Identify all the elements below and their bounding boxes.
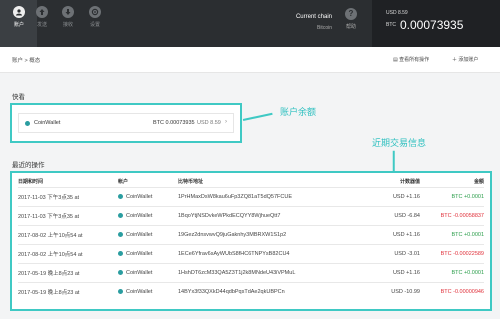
row-datetime: 2017-11-03 下午3点35 at (18, 186, 118, 206)
table-row[interactable]: 2017-08-02 上午10点54 at CoinWallet 1ECe6Yfra… (18, 243, 484, 263)
settings-icon (89, 6, 101, 18)
nav-label: 账户 (13, 22, 24, 28)
wallet-btc-balance: BTC 0.00073935 (153, 120, 195, 126)
table-row[interactable]: 2017-05-19 晚上8点23 at CoinWallet 14BYx3f33Q… (18, 281, 484, 301)
nav-label: 接收 (62, 22, 73, 28)
breadcrumb: 账户 > 概态 (12, 58, 41, 64)
row-amount: BTC -0.00022589 (420, 243, 484, 263)
row-address: 1PrHMaxDsW8kau6uFp3ZQ81aT5dQ57FCUE (178, 186, 368, 206)
row-account-label: CoinWallet (126, 193, 153, 200)
current-chain: Current chain Bitcoin (296, 14, 332, 31)
row-datetime: 2017-05-19 晚上8点23 at (18, 281, 118, 301)
chevron-right-icon: › (225, 119, 227, 125)
help-button[interactable]: ? 帮助 (342, 8, 360, 30)
view-all-operations-label: 查看所有操作 (399, 57, 430, 63)
wallet-dot-icon (118, 212, 123, 218)
row-account: CoinWallet (118, 262, 178, 282)
col-datetime: 日期和时间 (18, 179, 44, 186)
account-icon (13, 6, 25, 18)
table-row[interactable]: 2017-11-03 下午3点35 at CoinWallet 1PrHMaxDsW… (18, 186, 484, 206)
wallet-dot-icon (118, 288, 123, 294)
balance-btc-unit: BTC (386, 22, 396, 28)
row-account: CoinWallet (118, 205, 178, 225)
row-account-label: CoinWallet (126, 288, 153, 295)
nav-settings[interactable]: 设置 (83, 6, 107, 28)
table-row[interactable]: 2017-11-03 下午3点35 at CoinWallet 1BqoYtjNSD… (18, 205, 484, 225)
question-icon: ? (345, 8, 357, 20)
current-chain-label: Current chain (295, 14, 332, 20)
wallet-dot-icon (118, 193, 123, 199)
top-bar: 账户 发送 接收 设置 Current chain Bitcoin ? 帮助 U… (0, 0, 500, 47)
row-amount: BTC -0.00058837 (420, 205, 484, 225)
wallet-dot-icon (118, 250, 123, 256)
row-account-label: CoinWallet (126, 269, 153, 276)
balance-btc-amount: 0.00073935 (400, 18, 464, 32)
row-counter-value: USD -6.84 (368, 205, 420, 225)
current-chain-value: Bitcoin (316, 25, 332, 31)
row-counter-value: USD +1.16 (368, 186, 420, 206)
nav-label: 发送 (36, 22, 47, 28)
row-account-label: CoinWallet (126, 231, 153, 238)
col-counter-value: 计数器值 (399, 179, 420, 186)
wallet-name: CoinWallet (34, 120, 61, 126)
col-amount: 金额 (473, 179, 484, 186)
send-icon (36, 6, 48, 18)
row-amount: BTC +0.0001 (420, 262, 484, 282)
callout-balance: 账户余额 (280, 107, 317, 117)
wallet-dot-icon (25, 121, 30, 126)
callout-arrow (393, 150, 395, 173)
transactions-table: 日期和时间 帐户 比特币地址 计数器值 金额 2017-11-03 下午3点35… (18, 177, 484, 301)
row-datetime: 2017-08-02 上午10点54 at (18, 243, 118, 263)
table-row[interactable]: 2017-08-02 上午10点54 at CoinWallet 19Gez2dns… (18, 224, 484, 244)
row-address: 1HshDT6zcM33QA5Z3T1j2k8MNdeU43iVPMuL (178, 262, 368, 282)
wallet-usd-balance: USD 8.59 (197, 120, 221, 126)
row-datetime: 2017-11-03 下午3点35 at (18, 205, 118, 225)
nav-send[interactable]: 发送 (30, 6, 54, 28)
row-counter-value: USD -3.01 (368, 243, 420, 263)
row-datetime: 2017-08-02 上午10点54 at (18, 224, 118, 244)
row-amount: BTC +0.0001 (420, 224, 484, 244)
recent-title: 最近的操作 (12, 162, 45, 169)
row-amount: BTC +0.0001 (420, 186, 484, 206)
row-address: 1ECe6Yfrav6sAyWUbS8fHC6TNPYsB82CU4 (178, 243, 368, 263)
row-counter-value: USD +1.16 (368, 224, 420, 244)
row-address: 1BqoYtjNSDvkeWPkdECQYY8WjhueQtt7 (178, 205, 368, 225)
balance-panel: USD 8.59 BTC 0.00073935 (372, 0, 500, 47)
callout-arrow (242, 112, 273, 121)
row-account: CoinWallet (118, 224, 178, 244)
view-all-operations-link[interactable]: ▤ 查看所有操作 (393, 56, 429, 63)
nav-label: 设置 (89, 22, 100, 28)
row-counter-value: USD -10.99 (368, 281, 420, 301)
transactions-highlight-box: 日期和时间 帐户 比特币地址 计数器值 金额 2017-11-03 下午3点35… (10, 171, 492, 311)
col-account: 帐户 (118, 179, 129, 186)
wallet-dot-icon (118, 269, 123, 275)
add-account-button[interactable]: ＋ 添加账户 (452, 56, 478, 63)
nav-account[interactable]: 账户 (7, 6, 31, 28)
row-address: 14BYx3f33QXkD44qdbPqsTdAe2qkUBPCn (178, 281, 368, 301)
wallet-dot-icon (118, 231, 123, 237)
add-account-label: 添加账户 (458, 57, 479, 63)
balance-usd: USD 8.59 (386, 10, 408, 16)
row-address: 19Gez2dnsvwvQ9juGaknhy3MBRXW1S1p2 (178, 224, 368, 244)
row-account-label: CoinWallet (126, 250, 153, 257)
row-datetime: 2017-05-19 晚上8点23 at (18, 262, 118, 282)
row-account: CoinWallet (118, 281, 178, 301)
wallet-account-row[interactable]: CoinWallet BTC 0.00073935 USD 8.59 › (18, 113, 234, 133)
receive-icon (62, 6, 74, 18)
nav-receive[interactable]: 接收 (56, 6, 80, 28)
table-row[interactable]: 2017-05-19 晚上8点23 at CoinWallet 1HshDT6zcM… (18, 262, 484, 282)
row-counter-value: USD +1.16 (368, 262, 420, 282)
row-amount: BTC -0.00000946 (420, 281, 484, 301)
callout-transactions: 近期交易信息 (372, 138, 427, 148)
row-account: CoinWallet (118, 186, 178, 206)
accounts-title: 快看 (12, 94, 25, 101)
row-account: CoinWallet (118, 243, 178, 263)
breadcrumb-bar: 账户 > 概态 ▤ 查看所有操作 ＋ 添加账户 (0, 47, 500, 73)
help-label: 帮助 (345, 24, 356, 30)
col-address: 比特币地址 (178, 179, 204, 186)
row-account-label: CoinWallet (126, 212, 153, 219)
accounts-highlight-box: CoinWallet BTC 0.00073935 USD 8.59 › (10, 103, 242, 143)
table-header-row: 日期和时间 帐户 比特币地址 计数器值 金额 (18, 177, 484, 187)
